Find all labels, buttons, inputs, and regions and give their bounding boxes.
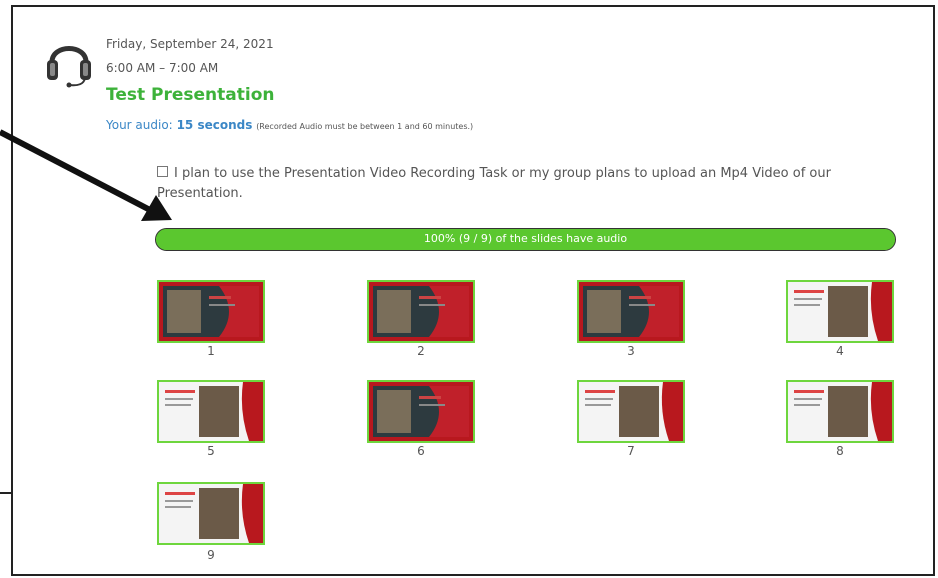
slide-thumbnail[interactable] <box>157 482 265 545</box>
event-time: 6:00 AM – 7:00 AM <box>106 61 219 75</box>
slide-number: 2 <box>417 344 425 358</box>
slide-thumbnail[interactable] <box>367 380 475 443</box>
slide-number: 7 <box>627 444 635 458</box>
slide-number: 8 <box>836 444 844 458</box>
annotation-arrow <box>0 129 172 221</box>
slide-number: 1 <box>207 344 215 358</box>
slide-thumbnail[interactable] <box>786 380 894 443</box>
slide-thumbnail[interactable] <box>157 280 265 343</box>
headset-icon <box>44 32 94 88</box>
event-date: Friday, September 24, 2021 <box>106 37 274 51</box>
slide-number: 6 <box>417 444 425 458</box>
audio-note: (Recorded Audio must be between 1 and 60… <box>256 122 474 131</box>
slide-number: 9 <box>207 548 215 562</box>
video-plan-option[interactable]: I plan to use the Presentation Video Rec… <box>157 164 877 204</box>
slide-thumbnail[interactable] <box>367 280 475 343</box>
slide-thumbnail[interactable] <box>577 280 685 343</box>
slide-thumbnail[interactable] <box>577 380 685 443</box>
slide-number: 5 <box>207 444 215 458</box>
slide-thumbnail[interactable] <box>786 280 894 343</box>
progress-label: 100% (9 / 9) of the slides have audio <box>423 232 628 245</box>
slide-number: 4 <box>836 344 844 358</box>
slide-number: 3 <box>627 344 635 358</box>
audio-duration: 15 seconds <box>176 118 253 132</box>
video-plan-label: I plan to use the Presentation Video Rec… <box>157 166 831 201</box>
slide-thumbnail[interactable] <box>157 380 265 443</box>
audio-progress-bar: 100% (9 / 9) of the slides have audio <box>155 228 896 251</box>
